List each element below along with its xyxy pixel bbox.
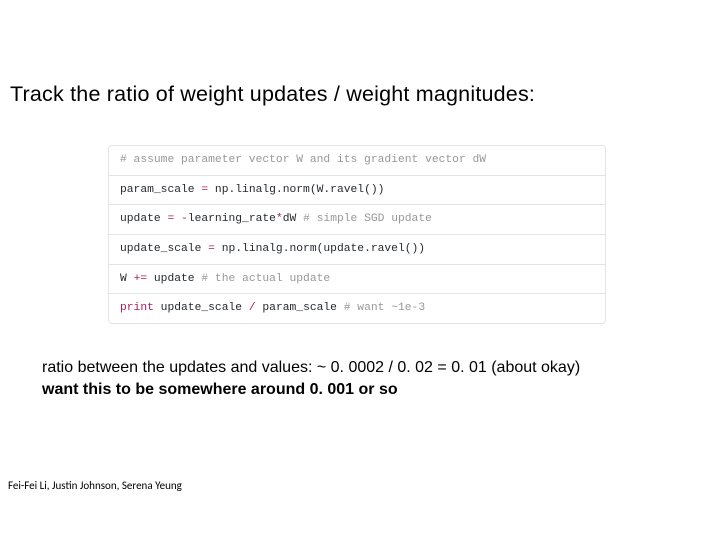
code-line-1: param_scale = np.linalg.norm(W.ravel()) xyxy=(109,176,605,206)
code-line-2: update = -learning_rate*dW # simple SGD … xyxy=(109,205,605,235)
note-line-2: want this to be somewhere around 0. 001 … xyxy=(42,379,580,401)
code-text: W xyxy=(120,273,134,285)
code-text: np.linalg.norm(W.ravel()) xyxy=(208,184,384,196)
code-text: learning_rate xyxy=(188,213,276,225)
slide-footer: Fei-Fei Li, Justin Johnson, Serena Yeung xyxy=(8,479,182,492)
code-op: = - xyxy=(167,213,187,225)
note-line-1: ratio between the updates and values: ~ … xyxy=(42,357,580,379)
code-text: np.linalg.norm(update.ravel()) xyxy=(215,243,425,255)
code-block: # assume parameter vector W and its grad… xyxy=(108,145,606,324)
code-text: param_scale xyxy=(256,302,344,314)
code-comment: # simple SGD update xyxy=(303,213,432,225)
code-op: += xyxy=(134,273,148,285)
code-comment: # want ~1e-3 xyxy=(344,302,425,314)
code-comment: # assume parameter vector W and its grad… xyxy=(120,154,486,166)
code-keyword: print xyxy=(120,302,154,314)
code-text: update xyxy=(147,273,201,285)
code-comment: # the actual update xyxy=(201,273,330,285)
code-op: = xyxy=(208,243,215,255)
code-line-3: update_scale = np.linalg.norm(update.rav… xyxy=(109,235,605,265)
code-line-5: print update_scale / param_scale # want … xyxy=(109,294,605,323)
code-text: update xyxy=(120,213,167,225)
slide-title: Track the ratio of weight updates / weig… xyxy=(10,82,535,107)
code-text: param_scale xyxy=(120,184,201,196)
slide-note: ratio between the updates and values: ~ … xyxy=(42,357,580,402)
code-op: / xyxy=(249,302,256,314)
code-line-0: # assume parameter vector W and its grad… xyxy=(109,146,605,176)
code-text: update_scale xyxy=(154,302,249,314)
code-op: * xyxy=(276,213,283,225)
code-text: dW xyxy=(283,213,303,225)
code-text: update_scale xyxy=(120,243,208,255)
code-line-4: W += update # the actual update xyxy=(109,265,605,295)
